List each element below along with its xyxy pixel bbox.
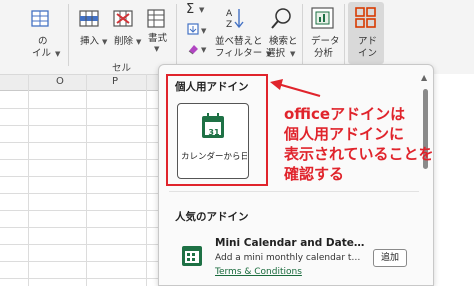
annotation-callout: officeアドインは 個人用アドインに 表示されていることを 確認する bbox=[284, 104, 474, 184]
annotation-line-2: 個人用アドインに bbox=[284, 125, 405, 143]
annotation-line-4: 確認する bbox=[284, 165, 345, 183]
annotation-line-1: officeアドインは bbox=[284, 105, 406, 123]
annotation-line-3: 表示されていることを bbox=[284, 145, 434, 163]
